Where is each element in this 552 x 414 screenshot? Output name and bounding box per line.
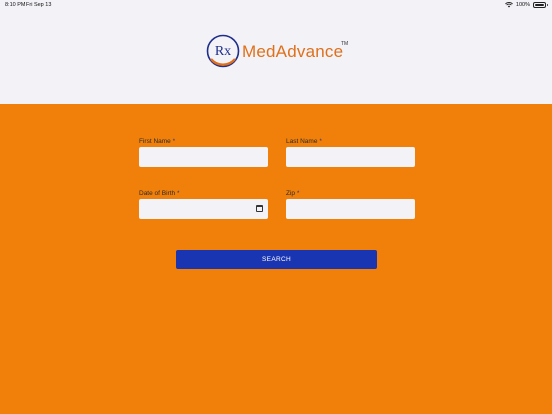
search-button[interactable]: SEARCH <box>176 250 377 269</box>
status-indicators: 100% <box>505 2 548 8</box>
status-date: Fri Sep 13 <box>26 2 52 8</box>
logo-wordmark: MedAdvance <box>242 42 344 61</box>
dob-input[interactable] <box>139 199 268 219</box>
dob-label: Date of Birth * <box>139 190 180 197</box>
required-marker: * <box>172 139 176 145</box>
zip-field: Zip * <box>286 189 415 219</box>
medadvance-logo: Rx MedAdvance TM <box>205 33 355 71</box>
dob-field: Date of Birth * <box>139 189 268 219</box>
battery-percent: 100% <box>515 2 530 8</box>
zip-label: Zip * <box>286 190 300 197</box>
last-name-input[interactable] <box>286 147 415 167</box>
wifi-icon <box>505 2 513 8</box>
rx-logo-icon: Rx <box>206 34 240 68</box>
first-name-input[interactable] <box>139 147 268 167</box>
trademark: TM <box>341 41 349 47</box>
zip-input[interactable] <box>286 199 415 219</box>
calendar-icon[interactable] <box>256 205 263 212</box>
last-name-field: Last Name * <box>286 137 415 167</box>
required-marker: * <box>319 139 322 145</box>
battery-icon <box>533 2 548 8</box>
first-name-field: First Name * <box>139 137 268 167</box>
first-name-label: First Name * <box>139 138 176 145</box>
search-form: First Name * Last Name * Date of Birth * Zi… <box>0 104 552 414</box>
required-marker: * <box>297 191 300 197</box>
logo-mark-text: Rx <box>215 44 231 59</box>
status-bar: 8:10 PM Fri Sep 13 100% <box>0 0 552 10</box>
last-name-label: Last Name * <box>286 138 322 145</box>
required-marker: * <box>177 191 180 197</box>
header: Rx MedAdvance TM <box>0 10 552 104</box>
status-time: 8:10 PM <box>5 2 26 8</box>
